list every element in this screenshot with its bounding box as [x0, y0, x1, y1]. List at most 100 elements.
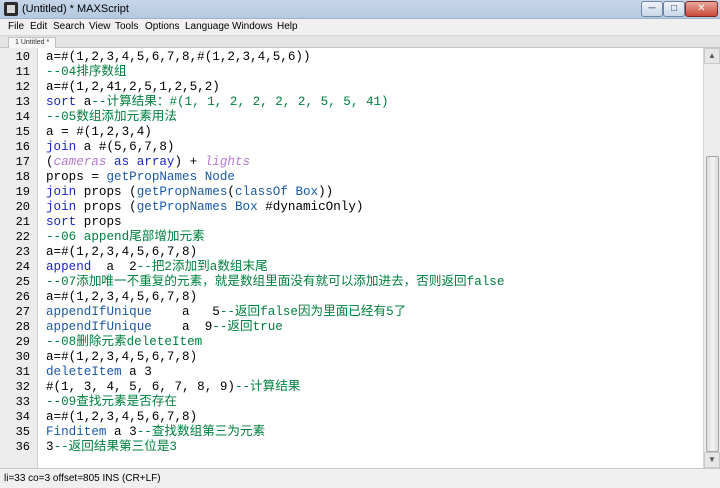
tab-untitled[interactable]: 1 Untitled *: [8, 37, 57, 48]
code-line[interactable]: a=#(1,2,41,2,5,1,2,5,2): [38, 80, 703, 95]
menu-view[interactable]: View: [89, 21, 111, 32]
line-number: 36: [15, 440, 30, 454]
code-token: props (: [76, 200, 137, 214]
code-token: --返回false因为里面已经有5了: [219, 305, 407, 319]
code-token: lights: [204, 155, 251, 169]
code-line[interactable]: (cameras as array) + lights: [38, 155, 703, 170]
code-line[interactable]: --04排序数组: [38, 65, 703, 80]
code-token: --返回true: [212, 320, 283, 334]
line-number: 35: [15, 425, 30, 439]
code-token: ) +: [174, 155, 205, 169]
code-line[interactable]: --09查找元素是否存在: [38, 395, 703, 410]
code-token: a=#(1,2,3,4,5,6,7,8): [46, 245, 198, 259]
code-line[interactable]: a = #(1,2,3,4): [38, 125, 703, 140]
scroll-down-arrow-icon[interactable]: ▼: [704, 452, 720, 468]
menu-edit[interactable]: Edit: [30, 21, 47, 32]
code-token: props (: [76, 185, 137, 199]
code-line[interactable]: append a 2--把2添加到a数组末尾: [38, 260, 703, 275]
vertical-scrollbar[interactable]: ▲ ▼: [703, 48, 720, 468]
line-number: 13: [15, 95, 30, 109]
close-button[interactable]: ✕: [685, 1, 718, 17]
menu-file[interactable]: File: [8, 21, 24, 32]
code-token: --08删除元素deleteItem: [46, 335, 203, 349]
code-token: a 3: [121, 365, 152, 379]
line-number: 15: [15, 125, 30, 139]
cursor-position-status: li=33 co=3 offset=805 INS (CR+LF): [4, 473, 161, 484]
code-line-text: Finditem a 3--查找数组第三为元素: [46, 425, 265, 440]
code-line[interactable]: join props (getPropNames Box #dynamicOnl…: [38, 200, 703, 215]
line-number: 30: [15, 350, 30, 364]
code-line[interactable]: a=#(1,2,3,4,5,6,7,8): [38, 245, 703, 260]
line-number: 20: [15, 200, 30, 214]
code-line-text: a=#(1,2,3,4,5,6,7,8): [46, 245, 197, 260]
maxscript-app-icon[interactable]: [4, 2, 18, 16]
scrollbar-thumb[interactable]: [706, 156, 719, 452]
code-line-text: join props (getPropNames(classOf Box)): [46, 185, 333, 200]
code-line[interactable]: Finditem a 3--查找数组第三为元素: [38, 425, 703, 440]
code-token: a 2: [91, 260, 137, 274]
code-token: Box: [295, 185, 319, 199]
code-token: --06 append尾部增加元素: [46, 230, 205, 244]
code-line[interactable]: join props (getPropNames(classOf Box)): [38, 185, 703, 200]
line-number: 33: [15, 395, 30, 409]
code-editor[interactable]: 10 11 12 13 14 15 16 17 18 19 20 21 22 23 24 25 26 27 28 29…: [0, 48, 703, 468]
code-token: Finditem: [46, 425, 107, 439]
code-line[interactable]: --06 append尾部增加元素: [38, 230, 703, 245]
code-line-text: a=#(1,2,41,2,5,1,2,5,2): [46, 80, 220, 95]
code-line[interactable]: --07添加唯一不重复的元素，就是数组里面没有就可以添加进去，否则返回false: [38, 275, 703, 290]
line-number: 12: [15, 80, 30, 94]
code-token: array: [136, 155, 175, 169]
code-token: a 3: [106, 425, 137, 439]
code-line[interactable]: sort props: [38, 215, 703, 230]
code-line[interactable]: props = getPropNames Node: [38, 170, 703, 185]
line-number: 29: [15, 335, 30, 349]
code-line[interactable]: --05数组添加元素用法: [38, 110, 703, 125]
line-number: 21: [15, 215, 30, 229]
code-line[interactable]: a=#(1,2,3,4,5,6,7,8): [38, 290, 703, 305]
code-token: Node: [204, 170, 235, 184]
code-token: getPropNames: [136, 185, 228, 199]
maximize-button[interactable]: □: [663, 1, 685, 17]
code-line[interactable]: a=#(1,2,3,4,5,6,7,8): [38, 410, 703, 425]
code-token: (: [46, 155, 54, 169]
code-token: a=#(1,2,3,4,5,6,7,8,#(1,2,3,4,5,6)): [46, 50, 311, 64]
line-number: 11: [15, 65, 30, 79]
code-line[interactable]: #(1, 3, 4, 5, 6, 7, 8, 9)--计算结果: [38, 380, 703, 395]
code-line[interactable]: join a #(5,6,7,8): [38, 140, 703, 155]
code-line[interactable]: appendIfUnique a 9--返回true: [38, 320, 703, 335]
code-line-text: sort props: [46, 215, 122, 230]
code-line[interactable]: 3--返回结果第三位是3: [38, 440, 703, 455]
menu-windows[interactable]: Windows: [232, 21, 273, 32]
menu-help[interactable]: Help: [277, 21, 298, 32]
code-line[interactable]: a=#(1,2,3,4,5,6,7,8): [38, 350, 703, 365]
code-text-area[interactable]: a=#(1,2,3,4,5,6,7,8,#(1,2,3,4,5,6)) --04排…: [38, 48, 703, 468]
menu-search[interactable]: Search: [53, 21, 85, 32]
code-line-text: a=#(1,2,3,4,5,6,7,8): [46, 290, 197, 305]
menu-bar: File Edit Search View Tools Options Lang…: [0, 19, 720, 36]
code-line[interactable]: deleteItem a 3: [38, 365, 703, 380]
code-line[interactable]: --08删除元素deleteItem: [38, 335, 703, 350]
code-line-text: join props (getPropNames Box #dynamicOnl…: [46, 200, 363, 215]
code-token: join: [46, 140, 77, 154]
code-token: a = #(1,2,3,4): [46, 125, 152, 139]
code-line-text: sort a--计算结果：#(1, 1, 2, 2, 2, 2, 5, 5, 4…: [46, 95, 389, 110]
code-line[interactable]: a=#(1,2,3,4,5,6,7,8,#(1,2,3,4,5,6)): [38, 50, 703, 65]
line-number: 19: [15, 185, 30, 199]
code-token: getPropNames: [136, 200, 228, 214]
code-line[interactable]: sort a--计算结果：#(1, 1, 2, 2, 2, 2, 5, 5, 4…: [38, 95, 703, 110]
code-line-text: --07添加唯一不重复的元素，就是数组里面没有就可以添加进去，否则返回false: [46, 275, 504, 290]
line-number: 26: [15, 290, 30, 304]
code-line-text: append a 2--把2添加到a数组末尾: [46, 260, 268, 275]
code-line-text: appendIfUnique a 9--返回true: [46, 320, 283, 335]
line-number: 34: [15, 410, 30, 424]
menu-options[interactable]: Options: [145, 21, 179, 32]
code-line[interactable]: appendIfUnique a 5--返回false因为里面已经有5了: [38, 305, 703, 320]
code-token: --04排序数组: [46, 65, 127, 79]
code-line-text: a=#(1,2,3,4,5,6,7,8): [46, 410, 197, 425]
menu-tools[interactable]: Tools: [115, 21, 138, 32]
code-line-text: --06 append尾部增加元素: [46, 230, 205, 245]
menu-language[interactable]: Language: [185, 21, 230, 32]
scroll-up-arrow-icon[interactable]: ▲: [704, 48, 720, 64]
document-tab-strip: 1 Untitled *: [0, 36, 720, 48]
minimize-button[interactable]: ─: [641, 1, 663, 17]
